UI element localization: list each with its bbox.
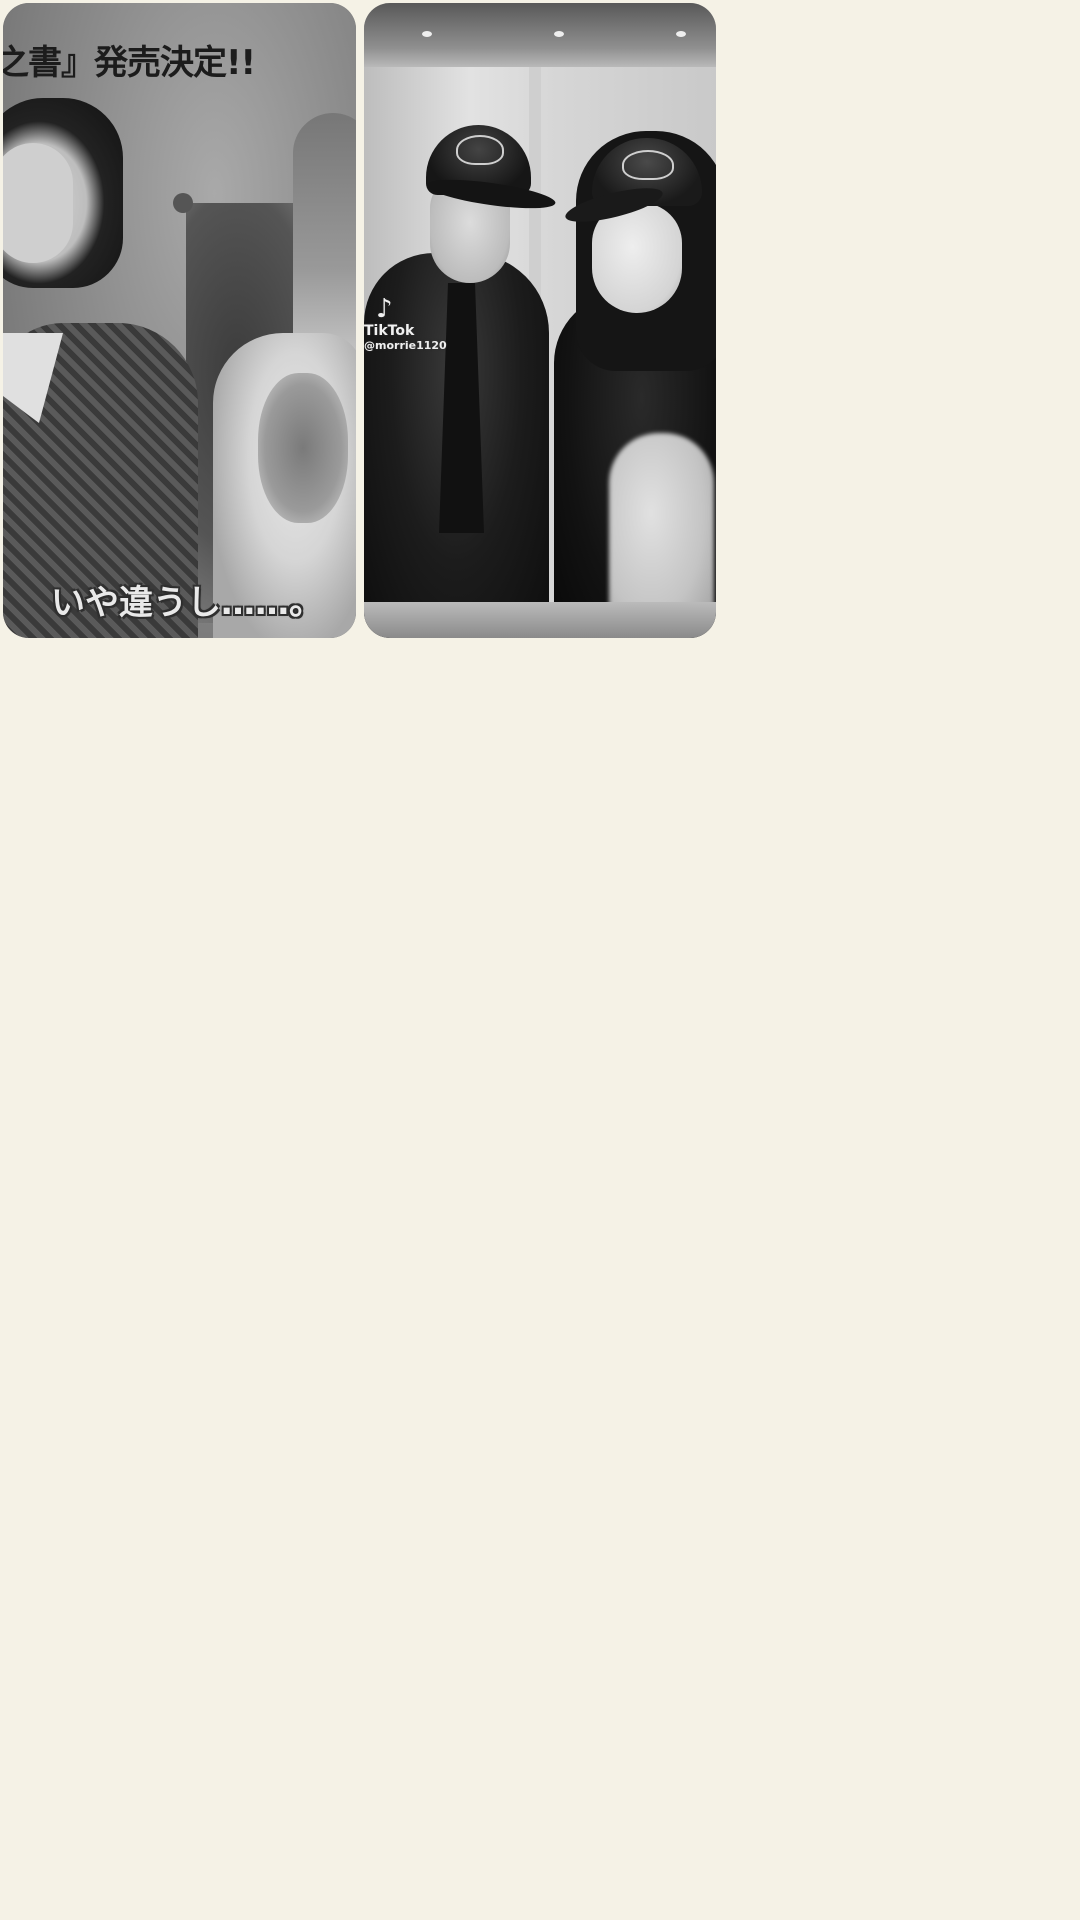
tiktok-watermark: TikTok	[364, 323, 415, 339]
video-thumbnail-1[interactable]: 之書』発売決定!! いや違うし……。	[3, 3, 356, 638]
ceiling-light	[554, 31, 564, 37]
wall-hole	[173, 193, 193, 213]
ceiling-light	[422, 31, 432, 37]
flower-print	[258, 373, 348, 523]
image-grid: 之書』発売決定!! いや違うし……。 ♪ TikTok @morrie1120	[0, 0, 1080, 640]
cap-logo	[456, 135, 504, 165]
top-caption: 之書』発売決定!!	[3, 43, 256, 83]
tiktok-icon: ♪	[376, 294, 393, 324]
bottom-caption: いや違うし……。	[51, 583, 323, 623]
person-face	[3, 143, 73, 263]
ceiling	[364, 3, 716, 67]
ceiling-light	[676, 31, 686, 37]
person-face	[592, 203, 682, 313]
cap-logo	[622, 150, 674, 180]
tiktok-username: @morrie1120	[364, 339, 447, 352]
video-thumbnail-2[interactable]: ♪ TikTok @morrie1120	[364, 3, 716, 638]
floor	[364, 602, 716, 638]
